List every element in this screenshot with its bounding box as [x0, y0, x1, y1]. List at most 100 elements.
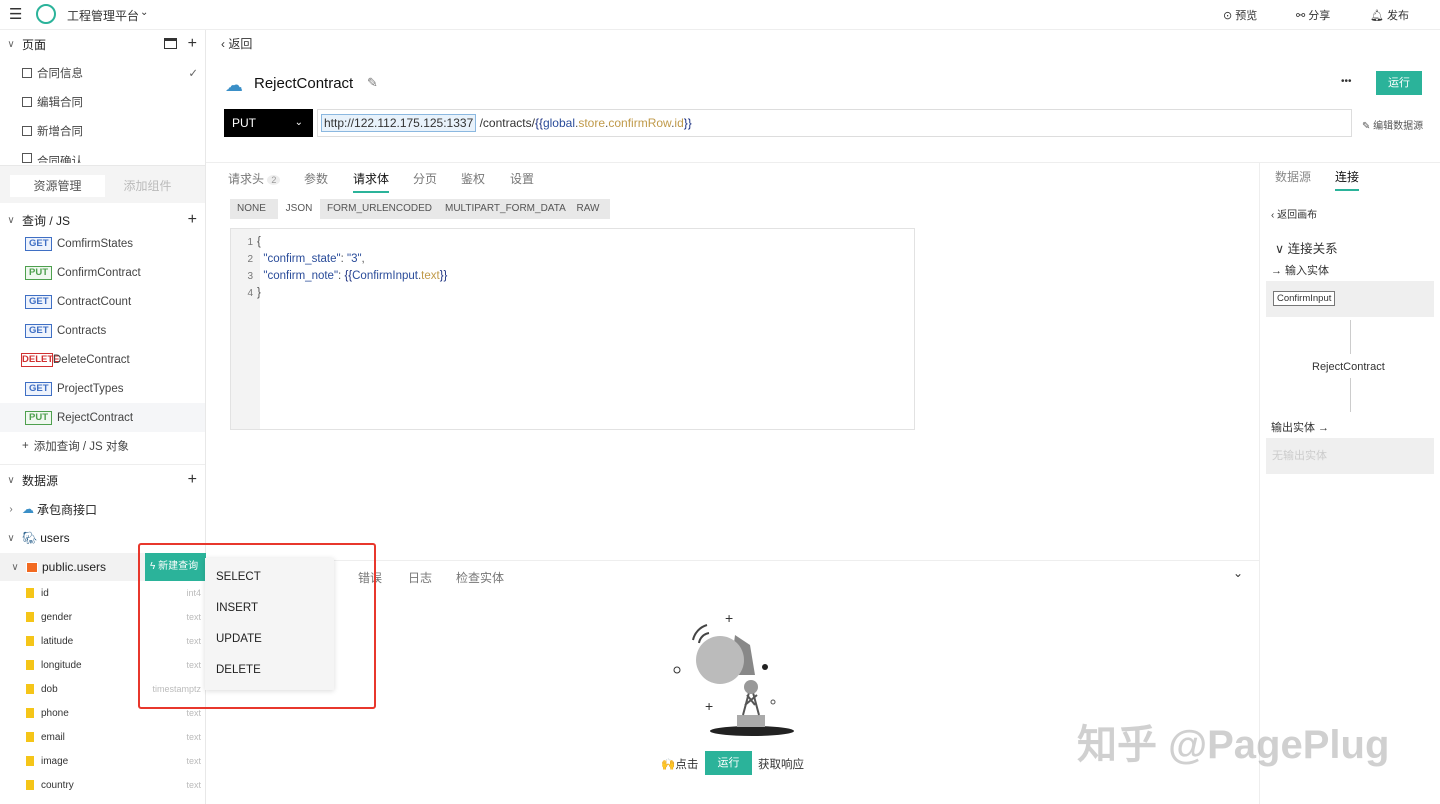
column-icon: [26, 780, 36, 790]
tab-datasource[interactable]: 数据源: [1275, 168, 1311, 185]
share-button[interactable]: ⚯ 分享: [1296, 7, 1330, 23]
query-name[interactable]: RejectContract: [254, 75, 353, 92]
page-item[interactable]: 编辑合同: [22, 88, 83, 116]
url-host: http://122.112.175.125:1337: [321, 114, 476, 132]
collapse-chevron-icon[interactable]: ⌄: [1233, 566, 1243, 580]
code-line: 3 "confirm_note": {{ConfirmInput.text}}: [231, 268, 911, 285]
query-name: ProjectTypes: [57, 383, 123, 395]
column-icon: [26, 660, 36, 670]
body-type-form-urlencoded[interactable]: FORM_URLENCODED: [320, 199, 438, 219]
code-token: {: [257, 236, 261, 248]
svg-text:+: +: [725, 610, 733, 626]
pages-section-header[interactable]: ∨页面 +: [0, 30, 205, 58]
run-button[interactable]: 运行: [1376, 71, 1422, 95]
tab-resource-management[interactable]: 资源管理: [10, 175, 105, 197]
column-type: text: [186, 708, 201, 718]
new-query-button[interactable]: ϟ 新建查询: [145, 553, 206, 581]
body-type-raw[interactable]: RAW: [566, 199, 610, 219]
query-item[interactable]: GETContractCount: [0, 287, 205, 316]
preview-button[interactable]: ⊙ 预览: [1223, 7, 1257, 23]
body-type-json[interactable]: JSON: [278, 199, 320, 219]
column-item[interactable]: emailtext: [0, 725, 205, 749]
chevron-right-icon: ›: [0, 504, 22, 515]
column-icon: [26, 684, 36, 694]
menu-icon[interactable]: ☰: [9, 5, 22, 23]
back-to-canvas-link[interactable]: ‹ 返回画布: [1271, 206, 1317, 221]
current-node: RejectContract: [1312, 361, 1385, 373]
query-name: Contracts: [57, 325, 106, 337]
line-number: 4: [231, 285, 257, 302]
tab-inspect[interactable]: 检查实体: [456, 569, 504, 586]
app-logo: [36, 4, 56, 24]
menu-item-delete[interactable]: DELETE: [205, 655, 334, 686]
tab-settings[interactable]: 设置: [510, 170, 534, 187]
publish-button[interactable]: 🔔︎ 发布: [1370, 7, 1409, 23]
postgres-icon: 🐘︎: [22, 531, 37, 545]
add-page-icon[interactable]: +: [188, 35, 197, 53]
query-item[interactable]: GET Contracts: [0, 316, 205, 345]
column-item[interactable]: imagetext: [0, 749, 205, 773]
tab-add-component[interactable]: 添加组件: [100, 175, 195, 197]
menu-item-update[interactable]: UPDATE: [205, 624, 334, 655]
edit-datasource-link[interactable]: ✎ 编辑数据源: [1362, 117, 1423, 132]
chevron-down-icon: ∨: [0, 533, 22, 544]
no-output-entities: 无输出实体: [1266, 438, 1434, 474]
query-item[interactable]: PUTConfirmContract: [0, 258, 205, 287]
add-query-icon[interactable]: +: [188, 211, 197, 229]
chevron-down-icon[interactable]: ⌄: [140, 7, 148, 18]
tab-logs[interactable]: 日志: [408, 569, 432, 586]
code-token: "3": [347, 253, 362, 265]
page-item[interactable]: 合同信息✓: [22, 59, 198, 87]
body-type-none[interactable]: NONE: [230, 199, 278, 219]
column-icon: [26, 612, 36, 622]
new-query-menu: SELECT INSERT UPDATE DELETE: [205, 558, 334, 690]
url-input[interactable]: http://122.112.175.125:1337 /contracts/{…: [317, 109, 1352, 137]
tab-headers[interactable]: 请求头 2: [228, 170, 280, 187]
tab-body[interactable]: 请求体: [353, 170, 389, 193]
url-token: {{: [535, 116, 543, 130]
run-hint-pre: 🙌点击: [661, 756, 698, 772]
top-bar: ☰ 工程管理平台 ⌄ ⊙ 预览 ⚯ 分享 🔔︎ 发布: [0, 0, 1440, 30]
add-query-button[interactable]: +添加查询 / JS 对象: [0, 431, 205, 460]
check-icon: ✓: [188, 66, 198, 80]
share-icon: ⚯: [1296, 10, 1308, 22]
page-item[interactable]: 新增合同: [22, 117, 83, 145]
layout-icon[interactable]: [164, 38, 177, 49]
page-item[interactable]: 合同确认: [22, 146, 83, 163]
tab-auth[interactable]: 鉴权: [461, 170, 485, 187]
cloud-icon: ☁: [22, 502, 34, 516]
code-editor[interactable]: 1{2 "confirm_state": "3",3 "confirm_note…: [230, 228, 915, 430]
body-type-multipart[interactable]: MULTIPART_FORM_DATA: [438, 199, 566, 219]
more-icon[interactable]: •••: [1341, 76, 1352, 87]
query-item[interactable]: GETComfirmStates: [0, 229, 205, 258]
tab-connections[interactable]: 连接: [1335, 168, 1359, 191]
method-select[interactable]: PUT⌄: [224, 109, 313, 137]
code-token: {{: [344, 270, 352, 282]
divider: [1259, 162, 1260, 804]
column-item[interactable]: countrytext: [0, 773, 205, 797]
add-datasource-icon[interactable]: +: [188, 471, 197, 489]
entity-chip[interactable]: ConfirmInput: [1273, 291, 1335, 306]
column-icon: [26, 708, 36, 718]
chevron-down-icon: ∨: [0, 215, 22, 226]
run-hint-button[interactable]: 运行: [705, 751, 752, 775]
edit-name-icon[interactable]: ✎: [367, 75, 378, 91]
menu-item-select[interactable]: SELECT: [205, 562, 334, 593]
app-title: 工程管理平台: [67, 7, 139, 24]
method-badge: GET: [25, 324, 52, 338]
query-item[interactable]: PUTRejectContract: [0, 403, 205, 432]
tab-pagination[interactable]: 分页: [413, 170, 437, 187]
code-token: "confirm_state": [257, 253, 341, 265]
code-token: }}: [440, 270, 448, 282]
query-item[interactable]: DELETEDeleteContract: [0, 345, 205, 374]
method-badge: PUT: [25, 266, 52, 280]
datasource-item[interactable]: ›☁承包商接口: [0, 495, 205, 523]
menu-item-insert[interactable]: INSERT: [205, 593, 334, 624]
chevron-down-icon: ∨: [1275, 242, 1288, 256]
back-link[interactable]: ‹ 返回: [221, 35, 252, 52]
query-item[interactable]: GETProjectTypes: [0, 374, 205, 403]
tab-params[interactable]: 参数: [304, 170, 328, 187]
connections-header[interactable]: ∨ 连接关系: [1275, 238, 1338, 257]
datasources-section-header[interactable]: ∨数据源+: [0, 466, 205, 494]
method-badge: DELETE: [21, 353, 53, 367]
